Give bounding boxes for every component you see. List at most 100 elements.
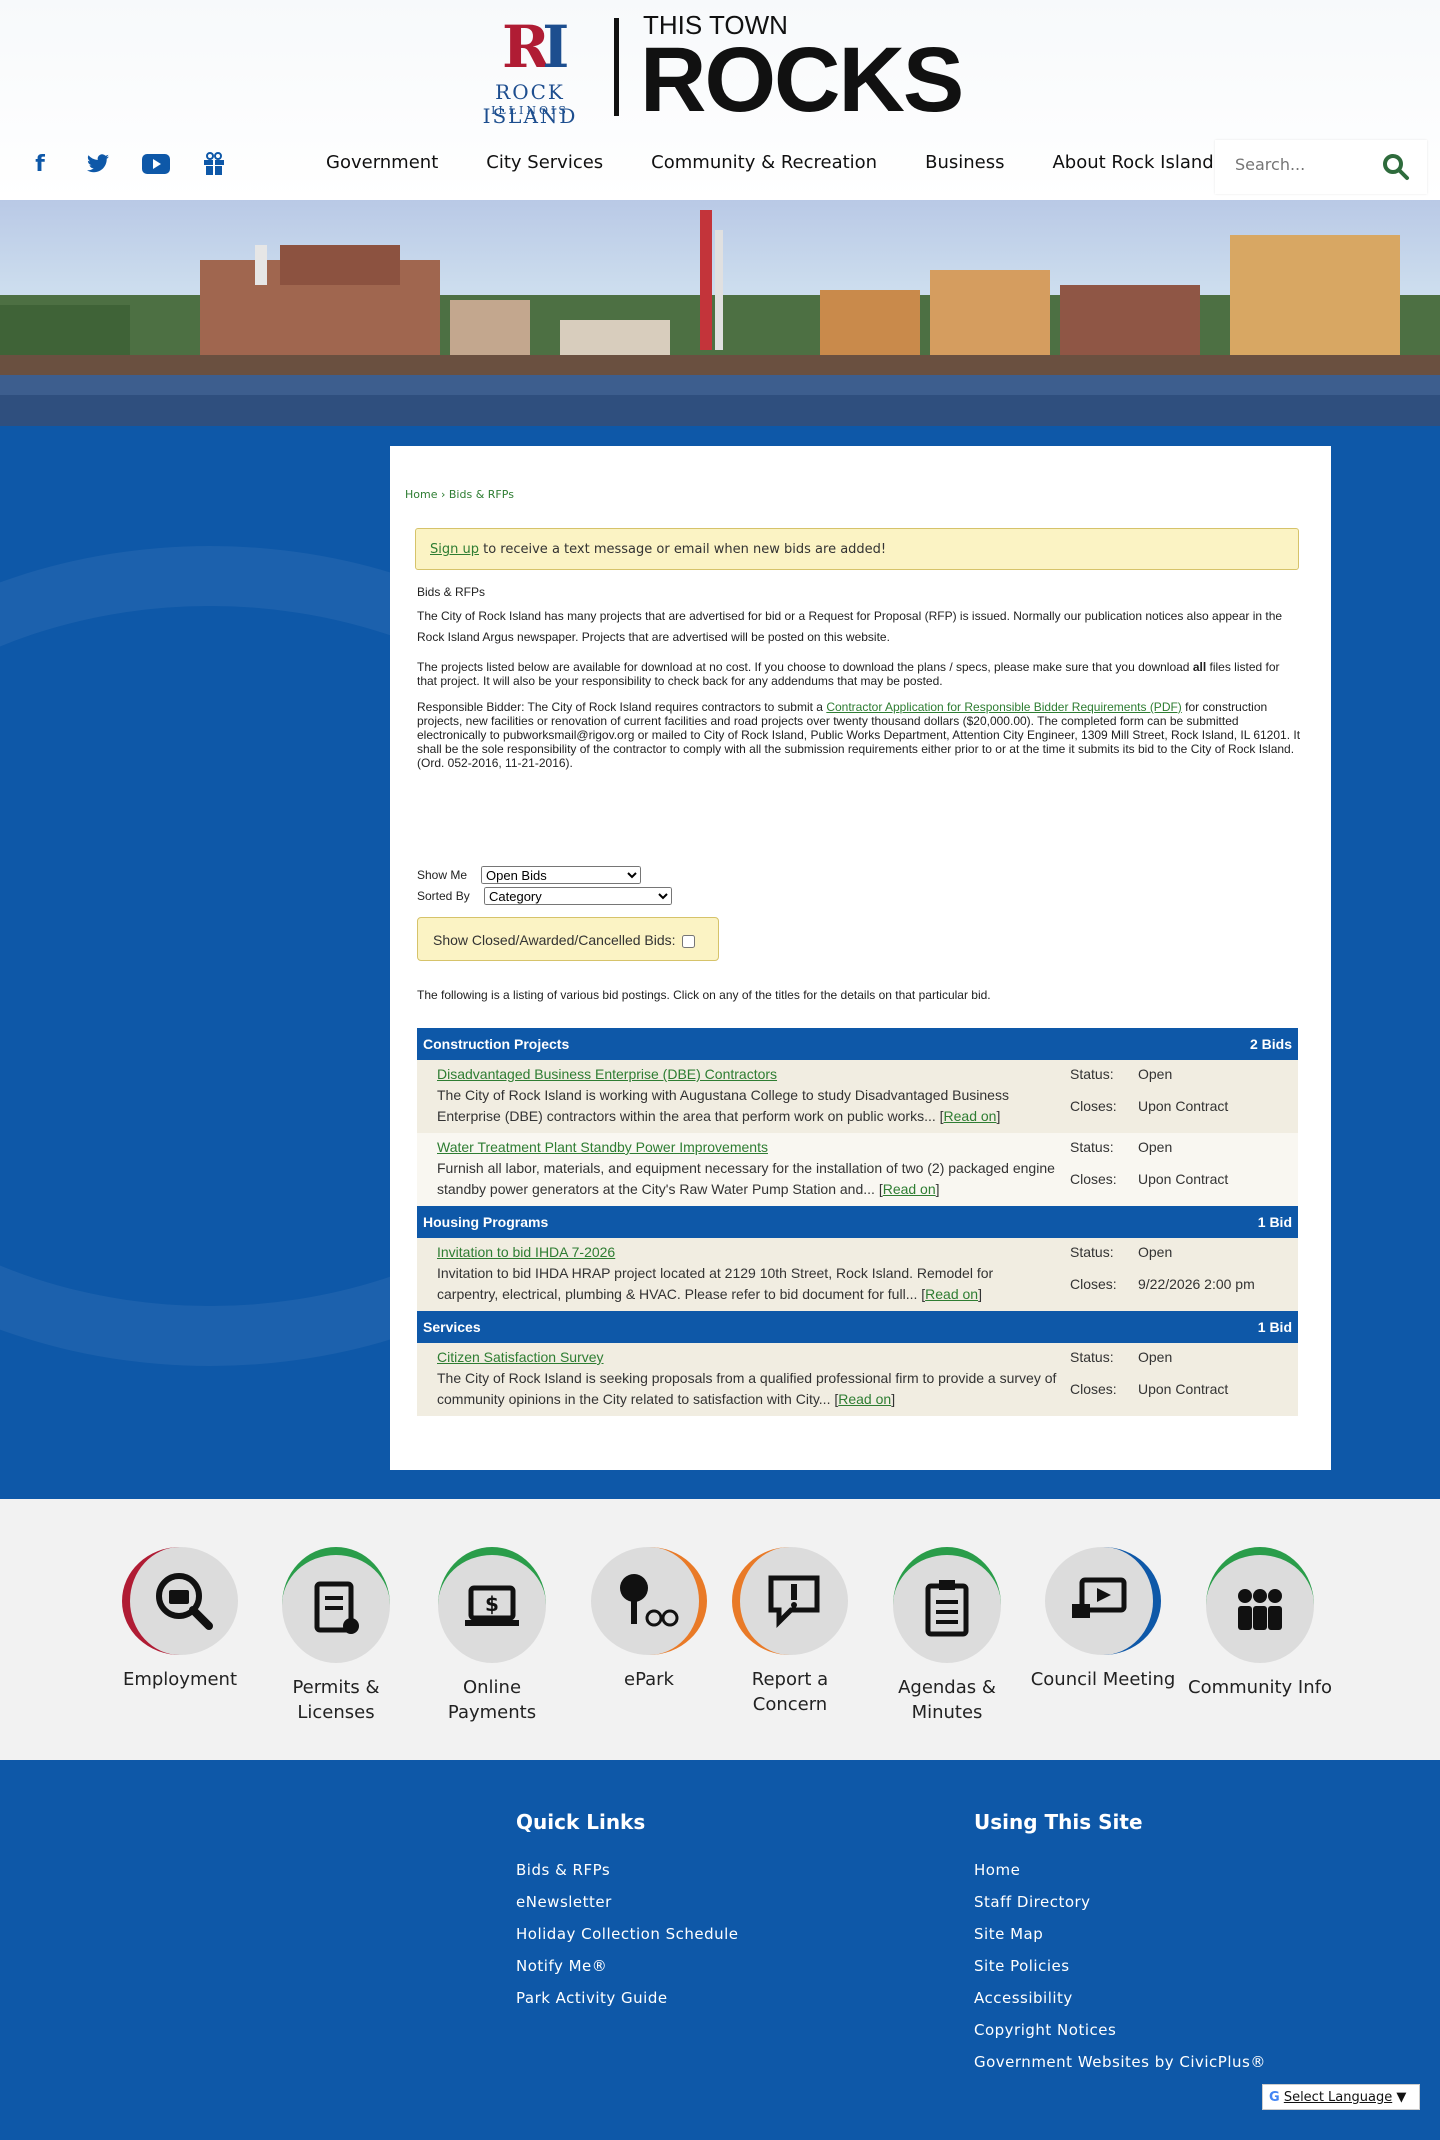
status-value: Open — [1138, 1066, 1173, 1082]
footer-link[interactable]: Notify Me® — [516, 1950, 739, 1982]
search-input[interactable] — [1233, 154, 1377, 175]
nav-city-services[interactable]: City Services — [462, 148, 627, 178]
quick-links-icons: Employment Permits & Licenses $ Online P… — [0, 1499, 1440, 1760]
quick-link-permits[interactable]: Permits & Licenses — [261, 1547, 411, 1725]
skyline-banner — [0, 200, 1440, 426]
quick-link-label: ePark — [624, 1669, 674, 1690]
category-title: Construction Projects — [423, 1036, 570, 1052]
bid-main: Water Treatment Plant Standby Power Impr… — [437, 1137, 1058, 1200]
bid-meta: Status: Open Closes: 9/22/2026 2:00 pm — [1070, 1242, 1298, 1305]
read-on-link[interactable]: Read on — [838, 1391, 891, 1407]
show-closed-box: Show Closed/Awarded/Cancelled Bids: — [417, 917, 719, 961]
site-logo[interactable]: RI ROCK ISLAND ILLINOIS THIS TOWN ROCKS — [450, 10, 990, 128]
show-me-row: Show Me Open Bids — [417, 864, 672, 885]
footer-link[interactable]: Bids & RFPs — [516, 1854, 739, 1886]
read-on-link[interactable]: Read on — [883, 1181, 936, 1197]
main-navigation: Government City Services Community & Rec… — [302, 148, 1238, 178]
content-panel: Home › Bids & RFPs Sign up to receive a … — [390, 446, 1331, 1470]
status-label: Status: — [1070, 1139, 1114, 1155]
bid-description: Invitation to bid IHDA HRAP project loca… — [437, 1265, 994, 1302]
nav-business[interactable]: Business — [901, 148, 1028, 178]
nav-community-recreation[interactable]: Community & Recreation — [627, 148, 901, 178]
intro-text: Bids & RFPs The City of Rock Island has … — [417, 584, 1301, 782]
status-label: Status: — [1070, 1066, 1114, 1082]
footer-link[interactable]: Staff Directory — [974, 1886, 1266, 1918]
status-label: Status: — [1070, 1244, 1114, 1260]
footer-link[interactable]: Park Activity Guide — [516, 1982, 739, 2014]
footer-link[interactable]: Copyright Notices — [974, 2014, 1266, 2046]
footer-link[interactable]: Site Policies — [974, 1950, 1266, 1982]
quick-link-council-meeting[interactable]: Council Meeting — [1028, 1547, 1178, 1692]
category-header: Construction Projects 2 Bids — [417, 1028, 1298, 1060]
using-site-title: Using This Site — [974, 1810, 1143, 1834]
bid-row: Water Treatment Plant Standby Power Impr… — [417, 1133, 1298, 1206]
search-box — [1215, 140, 1427, 194]
twitter-icon[interactable] — [82, 148, 114, 180]
bid-meta: Status: Open Closes: Upon Contract — [1070, 1347, 1298, 1410]
closes-label: Closes: — [1070, 1097, 1117, 1114]
signup-link[interactable]: Sign up — [430, 542, 479, 557]
permit-document-icon — [282, 1547, 390, 1663]
bid-desc-text: The City of Rock Island is seeking propo… — [437, 1370, 1057, 1407]
logo-state-name: ILLINOIS — [491, 104, 569, 117]
youtube-icon[interactable] — [140, 148, 172, 180]
breadcrumb-separator: › — [440, 488, 446, 501]
sorted-by-select[interactable]: Category — [484, 886, 672, 905]
logo-divider — [614, 18, 619, 116]
show-closed-checkbox[interactable] — [681, 934, 695, 948]
breadcrumb-home[interactable]: Home — [405, 488, 437, 501]
bid-title-link[interactable]: Disadvantaged Business Enterprise (DBE) … — [437, 1064, 1058, 1085]
translate-widget[interactable]: G Select Language ▼ — [1262, 2084, 1420, 2110]
site-header: RI ROCK ISLAND ILLINOIS THIS TOWN ROCKS … — [0, 0, 1440, 200]
gift-icon[interactable] — [198, 148, 230, 180]
quick-link-community-info[interactable]: Community Info — [1185, 1547, 1335, 1700]
footer-link[interactable]: eNewsletter — [516, 1886, 739, 1918]
closes-label: Closes: — [1070, 1275, 1117, 1292]
bid-main: Invitation to bid IHDA 7-2026 Invitation… — [437, 1242, 1058, 1305]
quick-link-agendas[interactable]: Agendas & Minutes — [872, 1547, 1022, 1725]
logo-tagline-main: ROCKS — [640, 29, 964, 131]
footer-link[interactable]: Accessibility — [974, 1982, 1266, 2014]
category-title: Services — [423, 1319, 481, 1335]
quick-link-label: Council Meeting — [1030, 1669, 1176, 1690]
closes-value: Upon Contract — [1138, 1170, 1229, 1187]
quick-link-report-concern[interactable]: Report a Concern — [715, 1547, 865, 1717]
bid-main: Disadvantaged Business Enterprise (DBE) … — [437, 1064, 1058, 1127]
nav-government[interactable]: Government — [302, 148, 462, 178]
video-screen-icon — [1045, 1547, 1161, 1655]
bid-title-link[interactable]: Water Treatment Plant Standby Power Impr… — [437, 1137, 1058, 1158]
main-area: Home › Bids & RFPs Sign up to receive a … — [0, 426, 1440, 1499]
footer-quick-links: Quick Links Bids & RFPs eNewsletter Holi… — [516, 1810, 739, 2014]
quick-link-employment[interactable]: Employment — [105, 1547, 255, 1692]
category-header: Housing Programs 1 Bid — [417, 1206, 1298, 1238]
category-count: 1 Bid — [1257, 1319, 1292, 1335]
footer-link[interactable]: Government Websites by CivicPlus® — [974, 2046, 1266, 2078]
magnifier-briefcase-icon — [122, 1547, 238, 1655]
bid-listing: Construction Projects 2 Bids Disadvantag… — [417, 1028, 1298, 1416]
bid-row: Disadvantaged Business Enterprise (DBE) … — [417, 1060, 1298, 1133]
svg-text:$: $ — [485, 1592, 499, 1616]
intro-paragraph-1: The City of Rock Island has many project… — [417, 609, 1283, 644]
responsible-bidder-pdf-link[interactable]: Contractor Application for Responsible B… — [826, 700, 1182, 714]
footer-link[interactable]: Site Map — [974, 1918, 1266, 1950]
nav-about-rock-island[interactable]: About Rock Island — [1028, 148, 1237, 178]
bid-title-link[interactable]: Invitation to bid IHDA 7-2026 — [437, 1242, 1058, 1263]
facebook-icon[interactable]: f — [24, 148, 56, 180]
listing-note: The following is a listing of various bi… — [417, 988, 991, 1002]
search-icon[interactable] — [1381, 152, 1411, 182]
status-label: Status: — [1070, 1349, 1114, 1365]
intro-p2-bold: all — [1192, 660, 1207, 674]
status-value: Open — [1138, 1244, 1173, 1260]
bid-title-link[interactable]: Citizen Satisfaction Survey — [437, 1347, 1058, 1368]
breadcrumb-current[interactable]: Bids & RFPs — [449, 488, 514, 501]
quick-links-title: Quick Links — [516, 1810, 646, 1834]
footer-link[interactable]: Home — [974, 1854, 1266, 1886]
bid-meta: Status: Open Closes: Upon Contract — [1070, 1137, 1298, 1200]
read-on-link[interactable]: Read on — [944, 1108, 997, 1124]
quick-link-epark[interactable]: ePark — [574, 1547, 724, 1692]
quick-link-online-payments[interactable]: $ Online Payments — [417, 1547, 567, 1725]
intro-p2-a: The projects listed below are available … — [417, 660, 1193, 674]
footer-link[interactable]: Holiday Collection Schedule — [516, 1918, 739, 1950]
read-on-link[interactable]: Read on — [925, 1286, 978, 1302]
show-me-select[interactable]: Open Bids — [481, 865, 641, 884]
